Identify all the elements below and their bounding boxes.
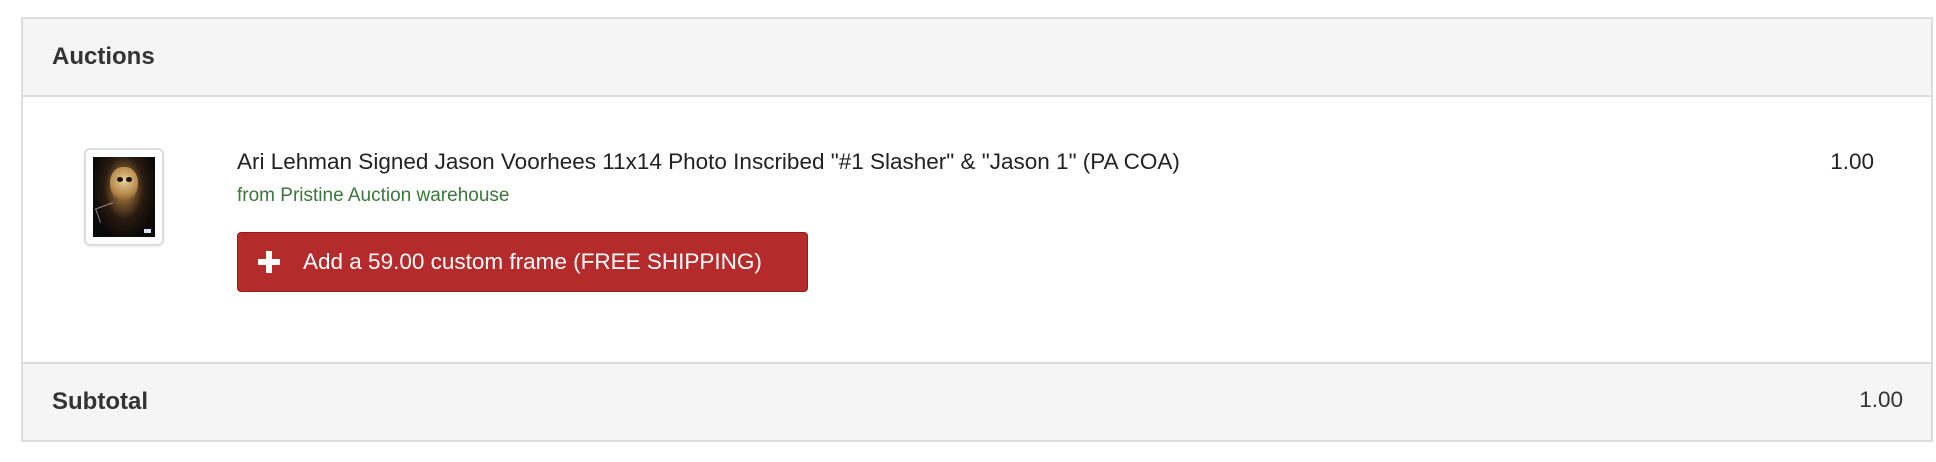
mask-eye-left — [117, 177, 123, 182]
item-seller: from Pristine Auction warehouse — [237, 185, 510, 206]
coa-sticker — [144, 229, 151, 233]
item-title-link[interactable]: Ari Lehman Signed Jason Voorhees 11x14 P… — [237, 149, 1180, 175]
item-price: 1.00 — [1830, 149, 1874, 174]
panel-header: Auctions — [23, 19, 1931, 97]
subtotal-label: Subtotal — [52, 388, 148, 415]
panel-footer: Subtotal 1.00 — [23, 362, 1931, 440]
item-thumbnail[interactable] — [84, 148, 164, 246]
mask-eye-right — [126, 177, 132, 182]
auctions-panel: Auctions Ari Lehman Signed Jason Voorhee… — [21, 17, 1933, 442]
signature-mark — [95, 202, 118, 223]
hockey-mask-graphic — [110, 167, 138, 201]
section-title: Auctions — [52, 43, 155, 70]
subtotal-amount: 1.00 — [1859, 387, 1903, 412]
add-custom-frame-label: Add a 59.00 custom frame (FREE SHIPPING) — [303, 249, 762, 274]
plus-icon — [258, 251, 280, 273]
jason-mask-photo-image — [93, 157, 155, 237]
add-custom-frame-button[interactable]: Add a 59.00 custom frame (FREE SHIPPING) — [237, 232, 808, 292]
cart-item-row: Ari Lehman Signed Jason Voorhees 11x14 P… — [23, 97, 1931, 362]
